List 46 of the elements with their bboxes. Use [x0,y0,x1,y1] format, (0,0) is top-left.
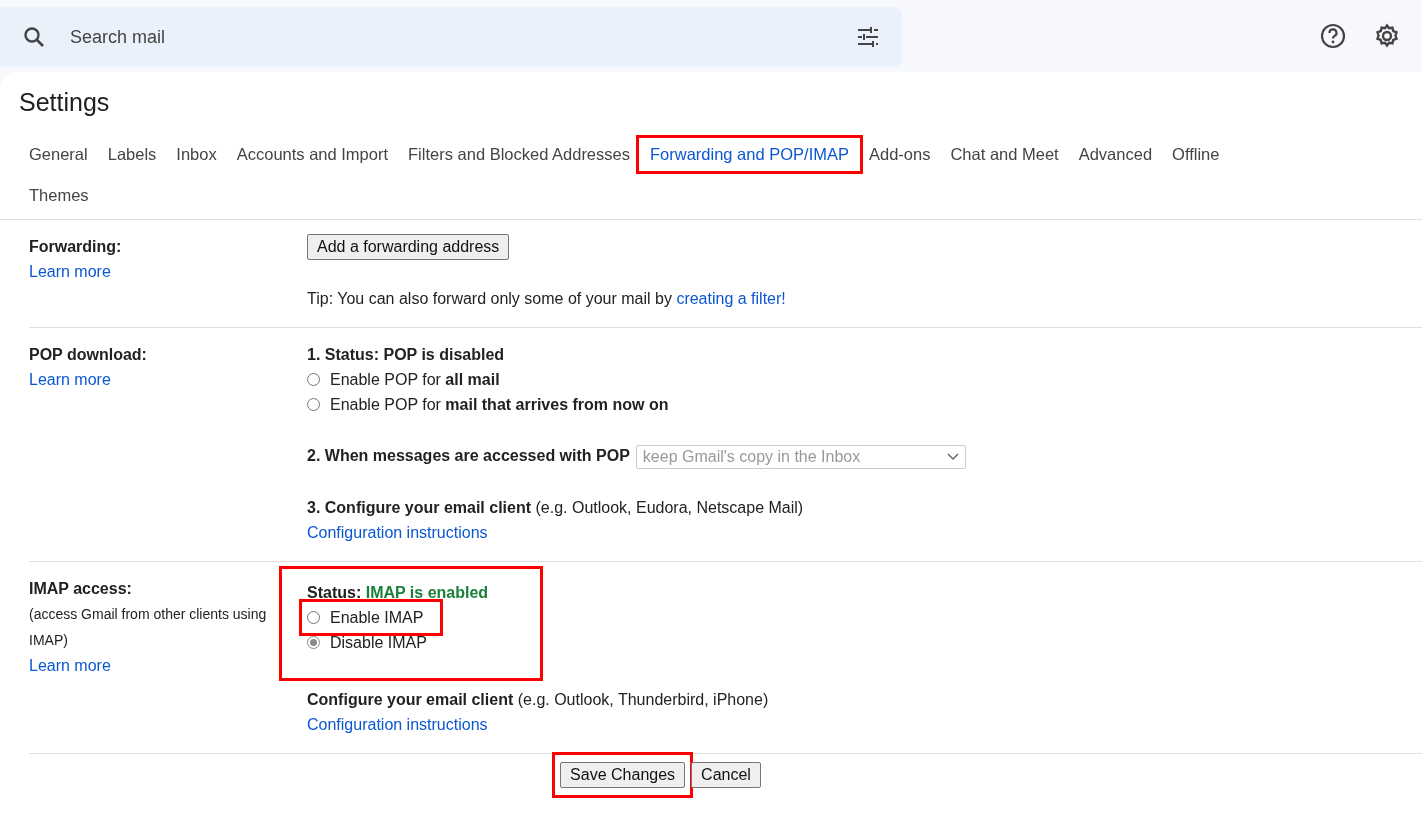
settings-tab[interactable]: Inbox [166,137,227,172]
form-button[interactable]: Cancel [691,761,761,788]
search-bar[interactable]: Search mail [0,7,902,67]
pop-status: 1. Status: POP is disabled [307,345,506,365]
imap-status: IMAP is enabled [365,583,489,601]
create-filter-link[interactable]: creating a filter! [676,290,786,307]
section-note: (access Gmail from other clients using IMAP) [29,604,268,650]
form-button[interactable]: Save Changes [560,761,686,788]
pop-access-label: 2. When messages are accessed with POP [307,447,630,464]
section-label: IMAP access: [29,578,133,599]
option-label: Disable IMAP [330,632,427,653]
section-label: POP download: [29,345,148,365]
configure-text: Configure your email client (e.g. Outlook, Thunderbird, iPhone) [307,689,770,710]
search-field[interactable]: Search mail [68,25,834,49]
add-forwarding-button[interactable]: Add a forwarding address [307,234,510,260]
configuration-link[interactable]: Configuration instructions [307,715,488,733]
learn-more-link[interactable]: Learn more [29,656,111,674]
settings-tab[interactable]: Filters and Blocked Addresses [398,137,640,172]
option-label: Enable POP for all mail [330,370,500,390]
help-icon[interactable] [1320,23,1346,49]
chevron-down-icon [946,452,959,461]
filter-sliders-icon[interactable] [856,26,880,48]
settings-tab[interactable]: Labels [97,137,167,172]
learn-more-link[interactable]: Learn more [29,263,111,280]
settings-tab[interactable]: General [19,137,98,172]
settings-tab[interactable]: Themes [19,178,99,213]
page-title: Settings [19,88,110,117]
configuration-link[interactable]: Configuration instructions [307,523,488,541]
search-icon[interactable] [22,25,46,49]
learn-more-link[interactable]: Learn more [29,371,111,388]
settings-icon[interactable] [1374,23,1400,49]
settings-tab[interactable]: Forwarding and POP/IMAP [640,137,859,172]
radio-button[interactable] [307,610,320,624]
option-label: Enable POP for mail that arrives from now on [330,395,669,415]
configure-text: 3. Configure your email client (e.g. Outlook, Eudora, Netscape Mail) [307,497,805,518]
radio-button[interactable] [307,398,320,411]
settings-tab[interactable]: Advanced [1068,137,1163,172]
radio-button[interactable] [307,373,320,386]
settings-tab[interactable]: Accounts and Import [226,137,399,172]
section-label: Forwarding: [29,237,123,257]
status-label: Status: [307,583,362,601]
settings-tab[interactable]: Offline [1162,137,1230,172]
settings-tab[interactable]: Chat and Meet [940,137,1069,172]
option-label: Enable IMAP [330,607,424,628]
settings-tab[interactable]: Add-ons [859,137,941,172]
tip-text: Tip: You can also forward only some of your mail by [307,290,672,307]
